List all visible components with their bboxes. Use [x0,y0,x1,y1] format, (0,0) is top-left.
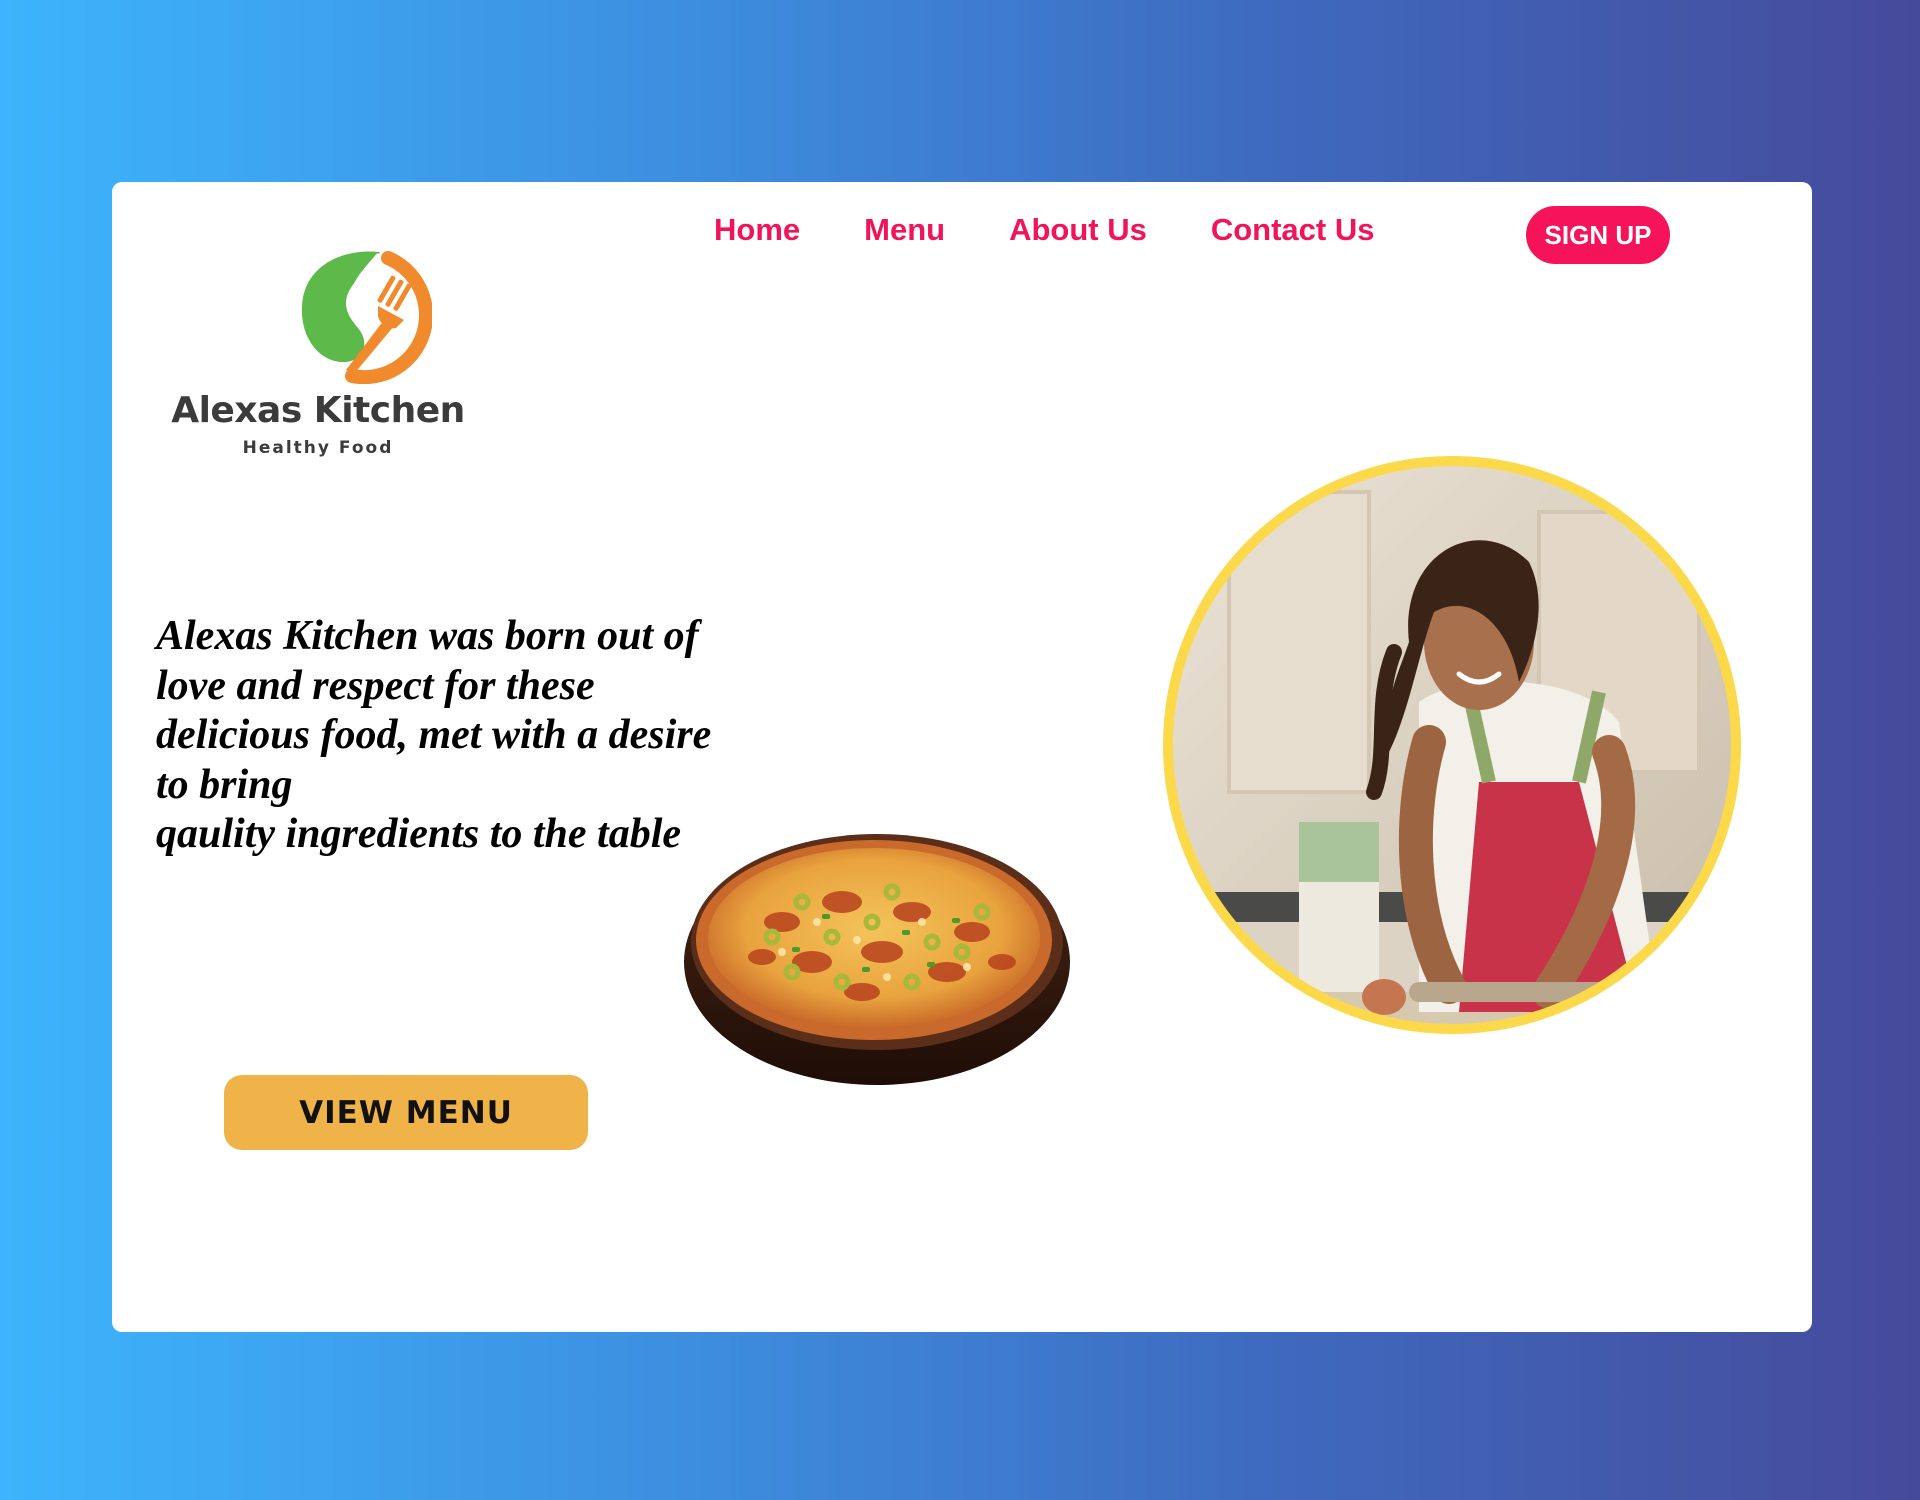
pizza-image [684,834,1070,1085]
sign-up-button[interactable]: SIGN UP [1526,206,1670,264]
brand-tagline: Healthy Food [242,438,394,458]
view-menu-button[interactable]: VIEW MENU [224,1075,588,1150]
leaf-fork-logo-icon [301,251,432,384]
brand-name: Alexas Kitchen [171,390,465,431]
page-card: Alexas Kitchen Healthy Food Home Menu Ab… [112,182,1812,1332]
nav-menu-link[interactable]: Menu [864,214,945,245]
hero-line: delicious food, met with a desire [156,712,712,758]
main-nav: Home Menu About Us Contact Us [714,214,1438,245]
brand-logo[interactable]: Alexas Kitchen Healthy Food [168,244,468,464]
nav-contact-link[interactable]: Contact Us [1211,214,1375,245]
hero-line: to bring [156,761,293,808]
chef-photo [1163,456,1741,1034]
nav-home-link[interactable]: Home [714,214,800,245]
hero-line: Alexas Kitchen was born out of [156,613,699,659]
hero-line: love and respect for these [156,662,595,709]
nav-about-link[interactable]: About Us [1009,214,1147,245]
